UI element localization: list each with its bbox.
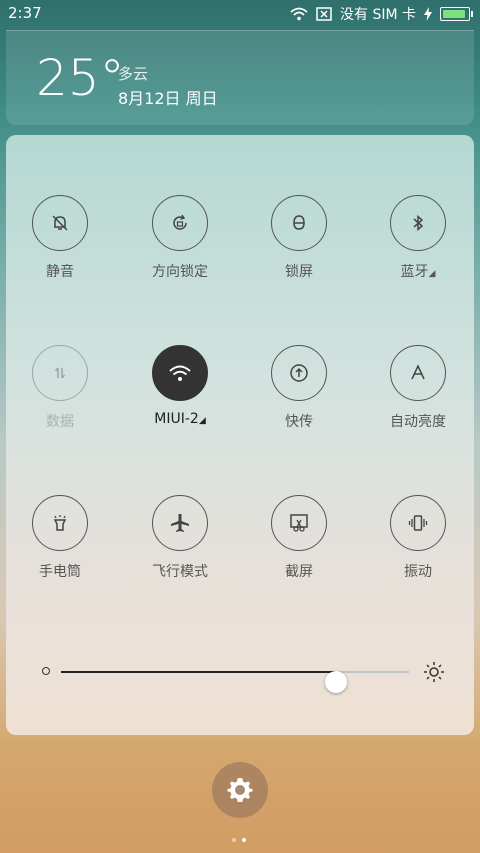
settings-button[interactable] [212,762,268,818]
page-dot-active[interactable] [242,838,246,842]
tile-label-text: MIUI-2 [154,411,199,427]
weather-date: 8月12日 周日 [118,89,218,108]
status-time: 2:37 [8,4,42,22]
flashlight-icon [32,495,88,551]
brightness-low-icon [42,667,50,675]
tile-airplane-mode[interactable]: 飞行模式 [120,495,240,581]
tile-mute[interactable]: 静音 [0,195,120,281]
mobile-data-icon [32,345,88,401]
wifi-icon [290,7,308,21]
brightness-high-icon [424,662,444,682]
screenshot-icon [271,495,327,551]
tile-label: 手电筒 [39,564,81,580]
brightness-track[interactable] [61,671,409,693]
tile-label: 飞行模式 [152,564,208,580]
tile-quick-share[interactable]: 快传 [239,345,359,431]
brightness-track-fill [61,671,336,673]
tile-label: MIUI-2◢ [120,411,240,427]
no-sim-text: 没有 SIM 卡 [340,7,416,23]
upload-icon [271,345,327,401]
tile-label: 截屏 [285,564,313,580]
gear-icon [227,778,253,802]
brightness-thumb[interactable] [324,671,347,693]
tile-bluetooth[interactable]: 蓝牙◢ [358,195,478,281]
bluetooth-icon [390,195,446,251]
tile-screenshot[interactable]: 截屏 [239,495,359,581]
charging-icon [424,7,432,21]
weather-condition: 多云 [118,65,149,83]
tile-flashlight[interactable]: 手电筒 [0,495,120,581]
tile-label: 自动亮度 [390,414,446,430]
tile-vibrate[interactable]: 振动 [358,495,478,581]
tile-label: 静音 [46,264,74,280]
tile-label: 锁屏 [285,264,313,280]
sim-card-icon [316,7,332,21]
tile-wifi[interactable]: MIUI-2◢ [120,345,240,427]
expand-corner-icon: ◢ [428,269,436,279]
weather-card[interactable]: 25° 多云 8月12日 周日 [6,30,474,125]
tile-label: 数据 [46,414,74,430]
tile-label: 快传 [285,414,313,430]
tile-auto-brightness[interactable]: 自动亮度 [358,345,478,431]
lock-icon [271,195,327,251]
expand-corner-icon: ◢ [198,416,206,426]
tile-label-text: 蓝牙 [400,264,429,280]
wifi-icon [152,345,208,401]
rotation-lock-icon [152,195,208,251]
battery-level-fill [443,10,465,18]
airplane-icon [152,495,208,551]
status-bar: 2:37 没有 SIM 卡 [0,0,480,28]
battery-icon [440,7,473,21]
tile-label: 蓝牙◢ [358,261,478,281]
tile-rotation-lock[interactable]: 方向锁定 [120,195,240,281]
quick-settings-panel: 静音 方向锁定 锁屏 蓝牙◢ 数据 MIUI-2◢ 快传 自动亮度 手电筒 飞行… [6,135,474,735]
tile-label: 方向锁定 [152,264,208,280]
status-icons: 没有 SIM 卡 [290,4,473,24]
vibrate-icon [390,495,446,551]
brightness-slider[interactable] [36,660,446,693]
bell-off-icon [32,195,88,251]
auto-brightness-icon [390,345,446,401]
page-indicator [232,838,246,842]
tile-mobile-data[interactable]: 数据 [0,345,120,431]
page-dot[interactable] [232,838,236,842]
tile-label: 振动 [404,564,432,580]
weather-temperature: 25° [36,49,125,107]
tile-lock-screen[interactable]: 锁屏 [239,195,359,281]
